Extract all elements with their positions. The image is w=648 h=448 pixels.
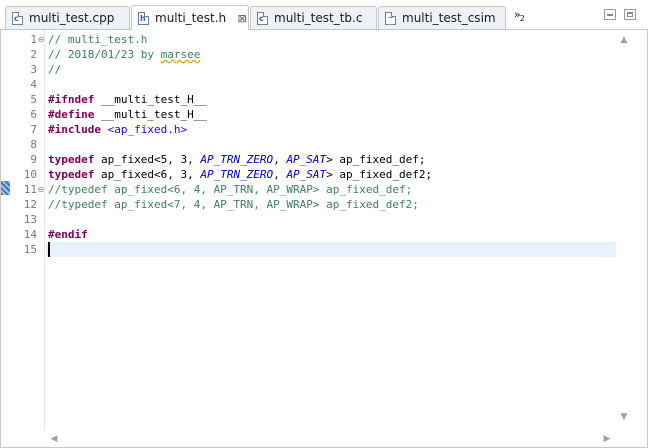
line-number-gutter: 1 ⊖ 2 3 4 5 6 7 8 9 10 11 ⊖ 12 13 14 15 bbox=[10, 30, 45, 430]
code-line-9: typedef ap_fixed<5, 3, AP_TRN_ZERO, AP_S… bbox=[48, 153, 426, 166]
tab-label: multi_test_tb.c bbox=[274, 11, 363, 25]
code-line-10: typedef ap_fixed<6, 3, AP_TRN_ZERO, AP_S… bbox=[48, 168, 433, 181]
tab-label: multi_test_csim bbox=[402, 11, 496, 25]
tab-label: multi_test.h bbox=[155, 11, 227, 25]
current-line-highlight bbox=[46, 242, 616, 257]
code-line-3: // bbox=[48, 63, 62, 76]
c-source-file-icon: c bbox=[257, 11, 268, 25]
scroll-down-icon[interactable]: ▼ bbox=[618, 412, 630, 422]
text-caret bbox=[48, 242, 50, 257]
line-number: 10 bbox=[23, 168, 37, 181]
line-number: 6 bbox=[30, 108, 37, 121]
tab-overflow-button[interactable]: »2 bbox=[514, 8, 525, 23]
line-number: 13 bbox=[23, 213, 37, 226]
tab-multi-test-csim[interactable]: multi_test_csim bbox=[378, 6, 506, 29]
vertical-scrollbar[interactable]: ▲ ▼ bbox=[616, 30, 633, 430]
scroll-up-icon[interactable]: ▲ bbox=[618, 35, 630, 45]
code-editor[interactable]: 1 ⊖ 2 3 4 5 6 7 8 9 10 11 ⊖ 12 13 14 15 … bbox=[0, 29, 648, 448]
fold-collapse-icon[interactable]: ⊖ bbox=[37, 182, 45, 197]
tab-multi-test-cpp[interactable]: c multi_test.cpp bbox=[5, 6, 130, 29]
code-line-1: // multi_test.h bbox=[48, 33, 148, 46]
line-number: 5 bbox=[30, 93, 37, 106]
tab-multi-test-h[interactable]: h multi_test.h ⊠ bbox=[131, 5, 249, 30]
tab-label: multi_test.cpp bbox=[29, 11, 115, 25]
code-line-12: //typedef ap_fixed<7, 4, AP_TRN, AP_WRAP… bbox=[48, 198, 419, 211]
line-number: 15 bbox=[23, 243, 37, 256]
horizontal-scrollbar[interactable]: ◀ ▶ bbox=[45, 430, 616, 447]
maximize-button[interactable] bbox=[624, 9, 636, 20]
line-number: 3 bbox=[30, 63, 37, 76]
code-line-6: #define __multi_test_H__ bbox=[48, 108, 207, 121]
spelling-underlined-word: marsee bbox=[160, 48, 201, 61]
header-file-icon: h bbox=[138, 11, 149, 25]
line-number: 8 bbox=[30, 138, 37, 151]
code-text-area[interactable]: // multi_test.h // 2018/01/23 by marsee … bbox=[46, 30, 616, 430]
editor-tab-bar: c multi_test.cpp h multi_test.h ⊠ c mult… bbox=[0, 0, 648, 30]
code-line-7: #include <ap_fixed.h> bbox=[48, 123, 188, 136]
line-number: 7 bbox=[30, 123, 37, 136]
code-line-14: #endif bbox=[48, 228, 88, 241]
code-line-5: #ifndef __multi_test_H__ bbox=[48, 93, 207, 106]
line-number: 1 bbox=[30, 33, 37, 46]
fold-collapse-icon[interactable]: ⊖ bbox=[37, 32, 45, 47]
line-number: 14 bbox=[23, 228, 37, 241]
line-number: 12 bbox=[23, 198, 37, 211]
line-number: 4 bbox=[30, 78, 37, 91]
c-source-file-icon: c bbox=[12, 11, 23, 25]
minimize-button[interactable] bbox=[604, 9, 616, 20]
line-number: 11 bbox=[23, 183, 37, 196]
close-tab-icon[interactable]: ⊠ bbox=[236, 12, 248, 25]
overflow-count: 2 bbox=[519, 14, 525, 24]
line-number: 2 bbox=[30, 48, 37, 61]
overview-ruler[interactable] bbox=[633, 30, 647, 447]
tab-multi-test-tb-c[interactable]: c multi_test_tb.c bbox=[250, 6, 377, 29]
scroll-left-icon[interactable]: ◀ bbox=[48, 434, 60, 444]
line-number: 9 bbox=[30, 153, 37, 166]
scroll-right-icon[interactable]: ▶ bbox=[601, 434, 613, 444]
code-line-2: // 2018/01/23 by marsee bbox=[48, 48, 201, 61]
code-line-11: //typedef ap_fixed<6, 4, AP_TRN, AP_WRAP… bbox=[48, 183, 413, 196]
annotation-ruler[interactable] bbox=[1, 30, 10, 430]
scrollbar-corner bbox=[616, 430, 633, 447]
text-file-icon bbox=[385, 11, 396, 25]
